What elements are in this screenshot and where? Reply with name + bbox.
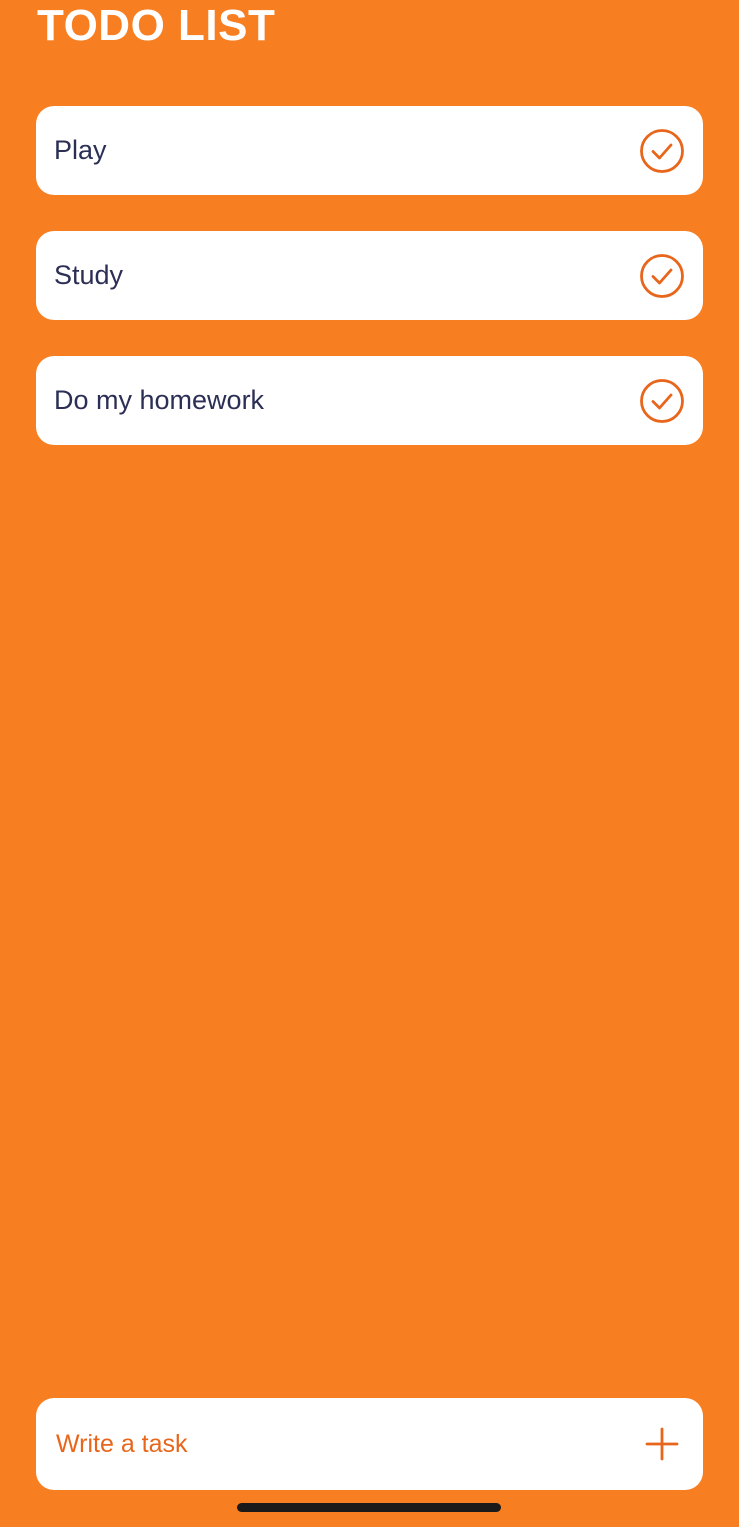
- check-circle-icon[interactable]: [639, 128, 685, 174]
- page-title: TODO LIST: [37, 1, 276, 50]
- check-circle-icon[interactable]: [639, 378, 685, 424]
- add-task-button[interactable]: [639, 1421, 685, 1467]
- plus-icon: [645, 1427, 679, 1461]
- task-item[interactable]: Study: [36, 231, 703, 320]
- task-label: Study: [54, 260, 124, 290]
- task-item[interactable]: Do my homework: [36, 356, 703, 445]
- task-item[interactable]: Play: [36, 106, 703, 195]
- task-input[interactable]: [56, 1414, 639, 1474]
- task-list: Play Study Do my homework: [36, 106, 703, 481]
- task-label: Do my homework: [54, 385, 265, 415]
- home-indicator[interactable]: [237, 1503, 501, 1512]
- check-circle-icon[interactable]: [639, 253, 685, 299]
- task-label: Play: [54, 135, 107, 165]
- task-composer: [36, 1398, 703, 1490]
